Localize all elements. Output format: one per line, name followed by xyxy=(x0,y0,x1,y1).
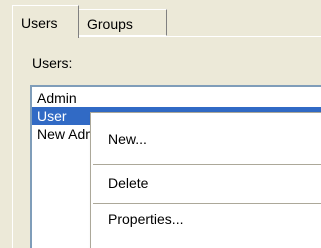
tab-users-label: Users xyxy=(21,15,58,31)
menu-separator xyxy=(93,164,321,165)
menu-separator xyxy=(93,203,321,204)
tab-groups-label: Groups xyxy=(87,16,133,32)
tab-users[interactable]: Users xyxy=(12,5,79,38)
menu-item-delete[interactable]: Delete xyxy=(108,175,148,191)
tab-groups[interactable]: Groups xyxy=(79,9,167,36)
context-menu: New... Delete Properties... xyxy=(90,112,321,248)
menu-item-properties[interactable]: Properties... xyxy=(108,211,183,227)
menu-item-new[interactable]: New... xyxy=(108,131,147,147)
